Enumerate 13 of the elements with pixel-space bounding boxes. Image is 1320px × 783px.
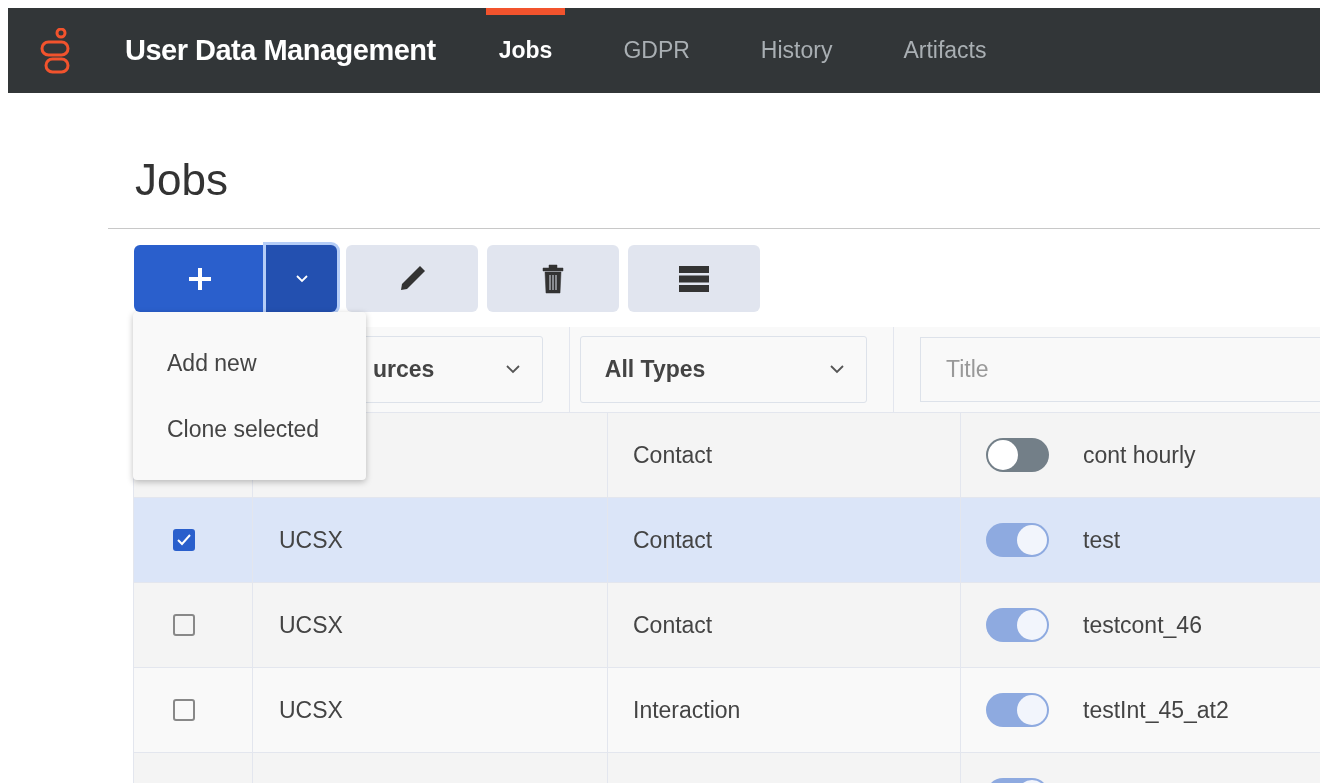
table-cell: testcont_46 bbox=[1083, 611, 1202, 639]
app-title: User Data Management bbox=[125, 34, 436, 67]
page-title: Jobs bbox=[108, 93, 1320, 229]
table-cell: Contact bbox=[633, 526, 713, 554]
table-cell: testInt_45_at2 bbox=[1083, 696, 1229, 724]
table-cell: Interaction bbox=[633, 696, 741, 724]
table-cell: UCSX bbox=[279, 696, 343, 724]
table-cell: UCSX bbox=[279, 611, 343, 639]
table-cell: UCSX bbox=[279, 526, 343, 554]
table-cell: Contact bbox=[633, 441, 713, 469]
table-cell: test bbox=[1083, 526, 1121, 554]
table-cell: cont hourly bbox=[1083, 441, 1196, 469]
table-cell: Contact bbox=[633, 611, 713, 639]
